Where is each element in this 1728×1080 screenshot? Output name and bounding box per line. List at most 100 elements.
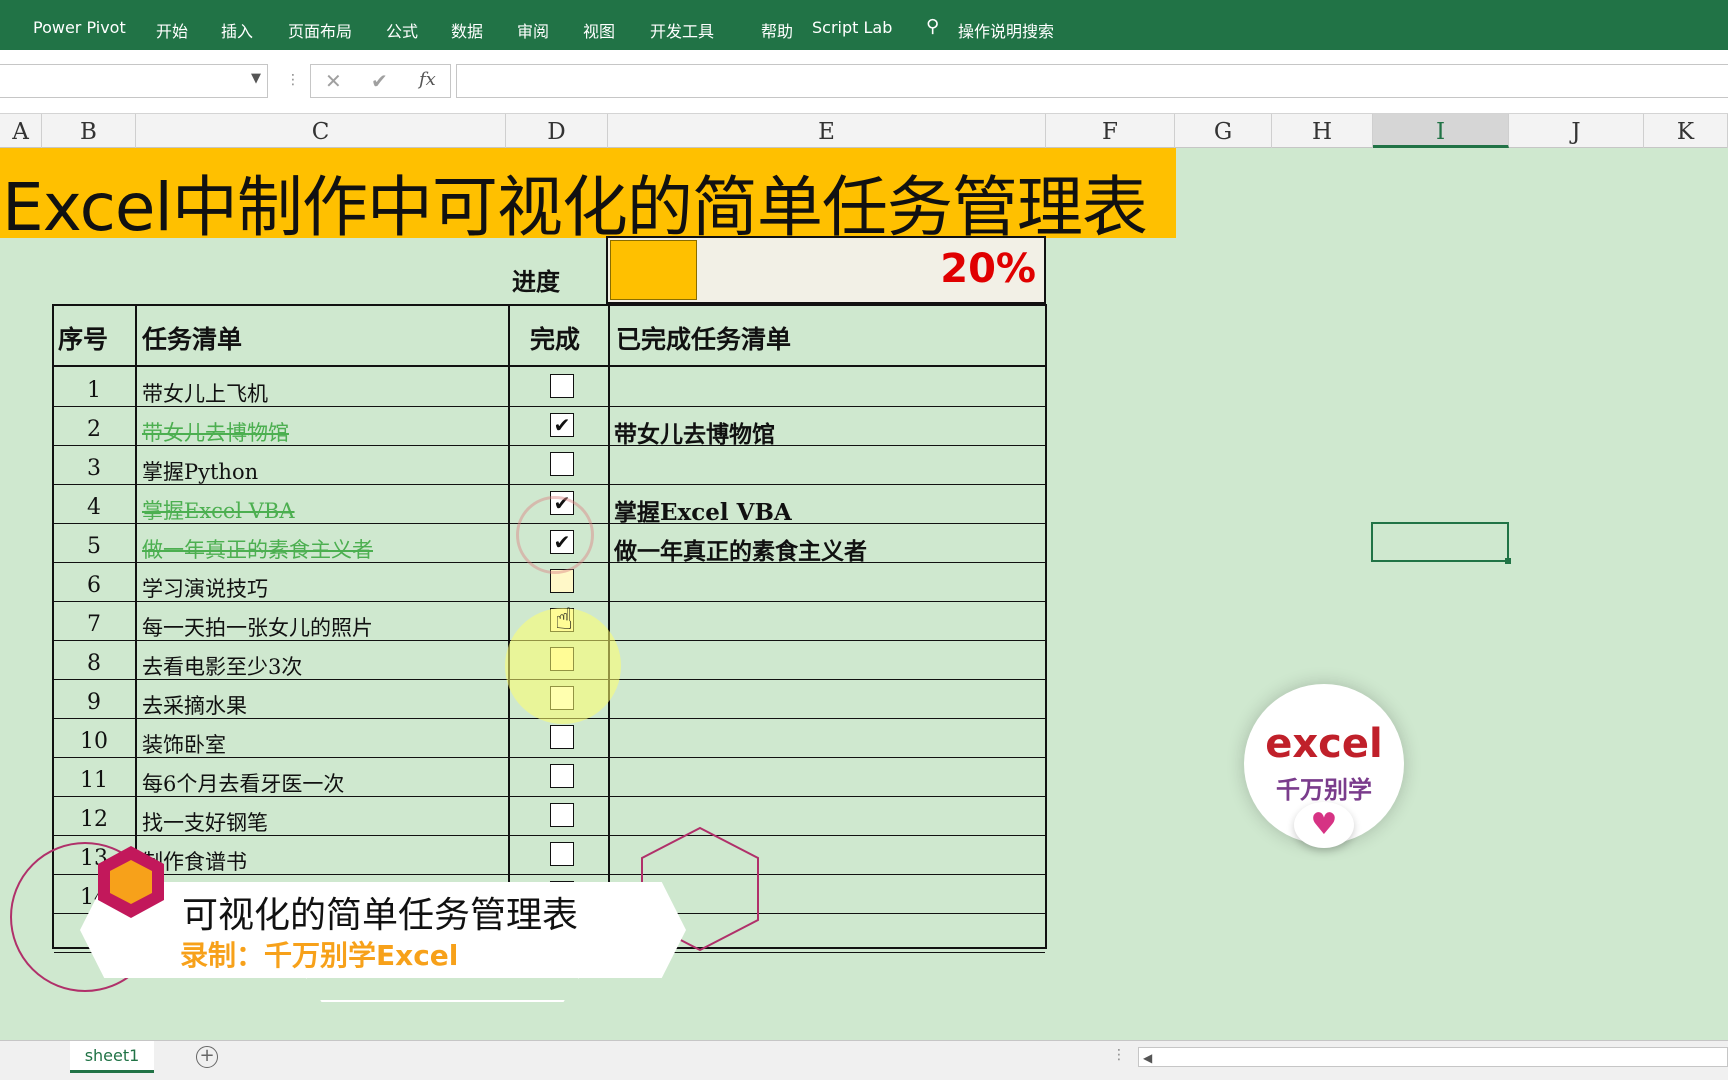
task-number: 4 [87, 495, 101, 520]
table-row: 2 带女儿去博物馆 ✔ 带女儿去博物馆 [54, 407, 1045, 448]
table-row: 12 找一支好钢笔 [54, 797, 1045, 836]
task-checkbox[interactable] [550, 452, 574, 476]
column-header-h[interactable]: H [1272, 114, 1373, 148]
task-number: 9 [87, 690, 101, 715]
tell-me-search[interactable]: 操作说明搜索 [958, 18, 1054, 42]
task-name: 学习演说技巧 [142, 577, 268, 601]
task-number: 13 [80, 846, 108, 871]
column-header-j[interactable]: J [1509, 114, 1644, 148]
header-done: 完成 [530, 325, 581, 354]
task-checkbox[interactable] [550, 725, 574, 749]
formula-input[interactable] [456, 64, 1728, 98]
ribbon-tab-3[interactable]: 页面布局 [288, 18, 352, 42]
task-number: 11 [80, 768, 108, 793]
channel-logo: excel 千万别学 ♥ [1244, 684, 1404, 848]
column-header-a[interactable]: A [0, 114, 42, 148]
progress-bar: 20% [606, 236, 1046, 304]
ribbon-tab-7[interactable]: 视图 [583, 18, 615, 42]
task-name: 装饰卧室 [142, 733, 226, 757]
tab-scroll-separator: ⋮ [1112, 1047, 1126, 1063]
column-header-i[interactable]: I [1373, 114, 1509, 148]
task-number: 3 [87, 456, 101, 481]
task-number: 10 [80, 729, 108, 754]
table-row: 11 每6个月去看牙医一次 [54, 758, 1045, 797]
ribbon-tab-4[interactable]: 公式 [386, 18, 418, 42]
horizontal-scrollbar[interactable]: ◀ [1138, 1047, 1728, 1067]
task-checkbox[interactable] [550, 881, 574, 905]
ribbon-tab-1[interactable]: 开始 [156, 18, 188, 42]
table-row: 1 带女儿上飞机 [54, 368, 1045, 407]
task-name: 掌握Python [142, 460, 259, 484]
task-name: 制作食谱书 [142, 850, 247, 874]
table-row: 3 掌握Python [54, 446, 1045, 485]
task-name: 带女儿上飞机 [142, 382, 268, 406]
task-name: 去采摘水果 [142, 694, 247, 718]
task-name: 去看电影至少3次 [142, 655, 303, 679]
click-highlight-ring [516, 496, 594, 574]
task-number: 5 [87, 534, 101, 559]
ribbon-tab-2[interactable]: 插入 [221, 18, 253, 42]
task-number: 2 [87, 417, 101, 442]
ribbon-tab-9[interactable]: 帮助 [761, 18, 793, 42]
column-divider [608, 306, 610, 947]
ribbon: Power Pivot 开始 插入 页面布局 公式 数据 审阅 视图 开发工具 帮助 Script … [0, 0, 1728, 50]
enter-icon[interactable]: ✔ [371, 69, 388, 93]
column-divider [508, 306, 510, 947]
tab-sheet1[interactable]: sheet1 [70, 1041, 154, 1073]
chevron-down-icon[interactable]: ▼ [251, 71, 261, 86]
column-header-k[interactable]: K [1644, 114, 1728, 148]
task-checkbox[interactable] [550, 764, 574, 788]
scroll-left-icon[interactable]: ◀ [1143, 1048, 1152, 1068]
task-number: 14 [80, 885, 108, 910]
table-row: 10 装饰卧室 [54, 719, 1045, 758]
column-headers: ABCDEFGHIJK [0, 114, 1728, 148]
cancel-icon[interactable]: ✕ [325, 69, 342, 93]
column-header-b[interactable]: B [42, 114, 136, 148]
logo-line1: excel [1265, 721, 1383, 767]
progress-label: 进度 [512, 268, 560, 296]
ribbon-tab-10[interactable]: Script Lab [812, 18, 892, 37]
column-header-c[interactable]: C [136, 114, 506, 148]
column-header-e[interactable]: E [608, 114, 1046, 148]
task-name: 带女儿去博物馆 [142, 421, 289, 445]
task-checkbox[interactable] [550, 803, 574, 827]
task-name: 每一天拍一张女儿的照片 [142, 616, 373, 640]
lightbulb-icon[interactable]: ⚲ [926, 16, 939, 37]
logo-line2: 千万别学 [1276, 776, 1372, 804]
worksheet-grid[interactable]: Excel中制作中可视化的简单任务管理表 进度 20% 序号 任务清单 完成 已… [0, 148, 1728, 1040]
heart-icon: ♥ [1294, 802, 1354, 848]
sheet-tab-bar: sheet1 + ⋮ ◀ [0, 1040, 1728, 1080]
ribbon-tab-8[interactable]: 开发工具 [650, 18, 714, 42]
task-checkbox[interactable] [550, 842, 574, 866]
column-header-f[interactable]: F [1046, 114, 1175, 148]
completed-task: 做一年真正的素食主义者 [614, 538, 867, 565]
title-banner: Excel中制作中可视化的简单任务管理表 [0, 148, 1176, 246]
ribbon-tab-6[interactable]: 审阅 [517, 18, 549, 42]
task-name: 每6个月去看牙医一次 [142, 772, 345, 796]
task-checkbox[interactable] [550, 374, 574, 398]
header-completed: 已完成任务清单 [616, 325, 792, 354]
add-sheet-icon[interactable]: + [196, 1046, 218, 1068]
fx-icon[interactable]: fx [419, 69, 436, 90]
selected-cell-i[interactable] [1371, 522, 1509, 562]
task-checkbox[interactable]: ✔ [550, 413, 574, 437]
task-number: 12 [80, 807, 108, 832]
table-row [54, 914, 1045, 953]
fill-handle[interactable] [1505, 558, 1511, 564]
hand-cursor-icon: ☝ [555, 602, 574, 637]
header-task: 任务清单 [142, 325, 243, 354]
name-box[interactable]: ▼ [0, 64, 268, 98]
completed-task: 带女儿去博物馆 [614, 421, 775, 448]
table-header-row: 序号 任务清单 完成 已完成任务清单 [54, 306, 1045, 367]
column-header-d[interactable]: D [506, 114, 608, 148]
task-number: 7 [87, 612, 101, 637]
column-header-g[interactable]: G [1175, 114, 1272, 148]
ribbon-tab-0[interactable]: Power Pivot [33, 18, 126, 37]
formula-bar: ▼ ⋮ ✕ ✔ fx [0, 50, 1728, 114]
task-name: 找一支好钢笔 [142, 811, 268, 835]
task-name: 掌握Excel VBA [142, 499, 295, 523]
table-row: 14 [54, 875, 1045, 914]
ribbon-tab-5[interactable]: 数据 [451, 18, 483, 42]
progress-percent: 20% [940, 246, 1036, 292]
task-number: 1 [87, 378, 101, 403]
